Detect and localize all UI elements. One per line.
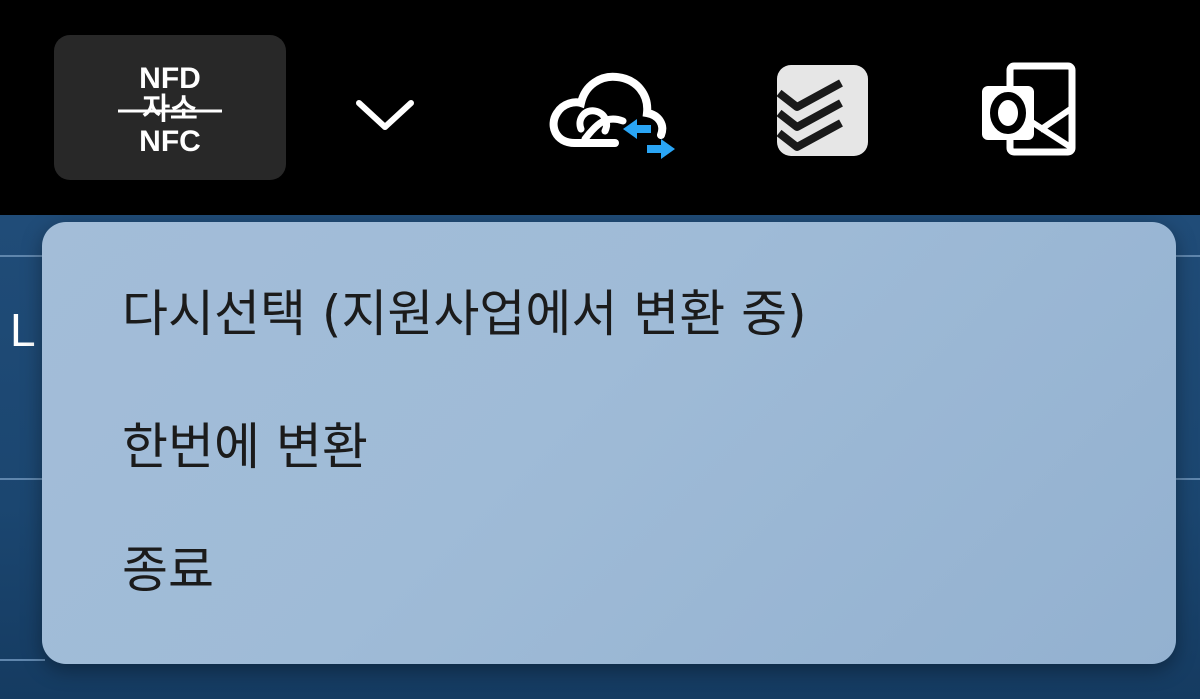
creative-cloud-tray-button[interactable] — [540, 55, 685, 170]
show-hidden-icons-button[interactable] — [340, 75, 430, 155]
sync-arrows-icon — [623, 118, 675, 159]
desktop-divider — [0, 659, 45, 661]
outlook-icon — [981, 62, 1075, 156]
menu-item-convert-all[interactable]: 한번에 변환 — [122, 417, 368, 477]
chevron-down-icon — [356, 100, 414, 130]
nfd-nfc-tray-button[interactable]: NFD 자소 NFC — [54, 35, 286, 180]
tray-context-menu: 다시선택 (지원사업에서 변환 중) 한번에 변환 종료 — [42, 222, 1176, 664]
nfd-nfc-icon: NFD 자소 NFC — [118, 62, 222, 158]
creative-cloud-sync-icon — [549, 72, 675, 159]
desktop-divider — [0, 255, 45, 257]
desktop-divider — [1175, 255, 1200, 257]
menu-item-reselect[interactable]: 다시선택 (지원사업에서 변환 중) — [122, 284, 807, 344]
todoist-tray-button[interactable] — [770, 58, 875, 163]
menu-item-exit[interactable]: 종료 — [122, 540, 214, 600]
desktop-divider — [1175, 478, 1200, 480]
desktop-divider — [0, 478, 45, 480]
nfc-label: NFC — [139, 125, 201, 158]
outlook-tray-button[interactable] — [970, 55, 1085, 165]
todoist-icon — [776, 65, 868, 156]
taskbar: NFD 자소 NFC — [0, 0, 1200, 215]
partial-window-letter: L — [10, 304, 36, 356]
nfd-label: NFD — [139, 62, 201, 95]
